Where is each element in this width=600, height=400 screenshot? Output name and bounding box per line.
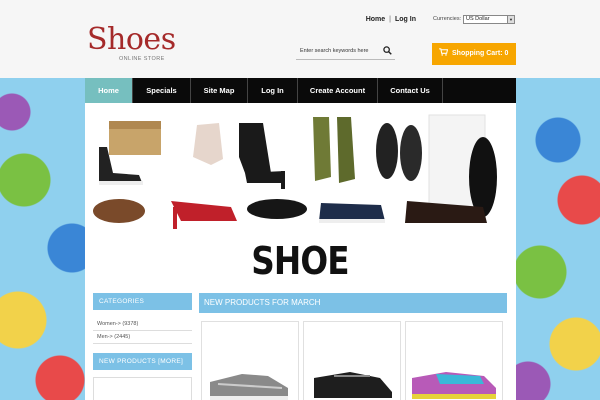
site-logo[interactable]: Shoes (87, 22, 176, 57)
shopping-cart-button[interactable]: Shopping Cart: 0 (432, 43, 516, 65)
product-image[interactable] (202, 342, 298, 400)
main-heading: NEW PRODUCTS FOR MARCH (199, 293, 507, 313)
cart-icon (439, 48, 448, 56)
login-link[interactable]: Log In (395, 16, 416, 23)
search-icon[interactable] (383, 46, 392, 55)
category-item-men[interactable]: Men-> (2445) (93, 331, 192, 344)
product-card[interactable] (405, 321, 503, 400)
nav-item-create-account[interactable]: Create Account (298, 78, 378, 103)
home-link[interactable]: Home (366, 16, 385, 23)
top-links: Home | Log In (366, 16, 416, 23)
search-input[interactable]: Enter search keywords here (296, 44, 395, 60)
nav-item-contact-us[interactable]: Contact Us (378, 78, 443, 103)
main-nav: Home Specials Site Map Log In Create Acc… (85, 78, 516, 103)
nav-item-specials[interactable]: Specials (133, 78, 191, 103)
new-products-heading[interactable]: NEW PRODUCTS [MORE] (93, 353, 192, 370)
logo-subtitle: ONLINE STORE (119, 56, 165, 62)
product-image[interactable] (406, 342, 502, 400)
new-products-box (93, 377, 192, 400)
chevron-down-icon: ▼ (507, 16, 514, 23)
hero-banner[interactable]: SHOE HEAVEN (85, 103, 516, 327)
cart-label: Shopping Cart: 0 (452, 50, 509, 57)
shoe-collage-image (93, 114, 497, 229)
currencies-label: Currencies: (433, 16, 462, 22)
category-item-women[interactable]: Women-> (9378) (93, 318, 192, 331)
link-separator: | (389, 16, 391, 23)
product-image[interactable] (304, 342, 400, 400)
search-placeholder: Enter search keywords here (300, 48, 369, 54)
page-container: Home | Log In Currencies: US Dollar ▼ Shoe… (85, 0, 516, 400)
nav-item-login[interactable]: Log In (248, 78, 298, 103)
nav-item-site-map[interactable]: Site Map (191, 78, 248, 103)
categories-heading: CATEGORIES (93, 293, 192, 310)
currency-value: US Dollar (466, 16, 490, 22)
currency-select[interactable]: US Dollar ▼ (463, 15, 515, 24)
product-card[interactable] (303, 321, 401, 400)
nav-item-home[interactable]: Home (85, 78, 133, 103)
product-card[interactable] (201, 321, 299, 400)
